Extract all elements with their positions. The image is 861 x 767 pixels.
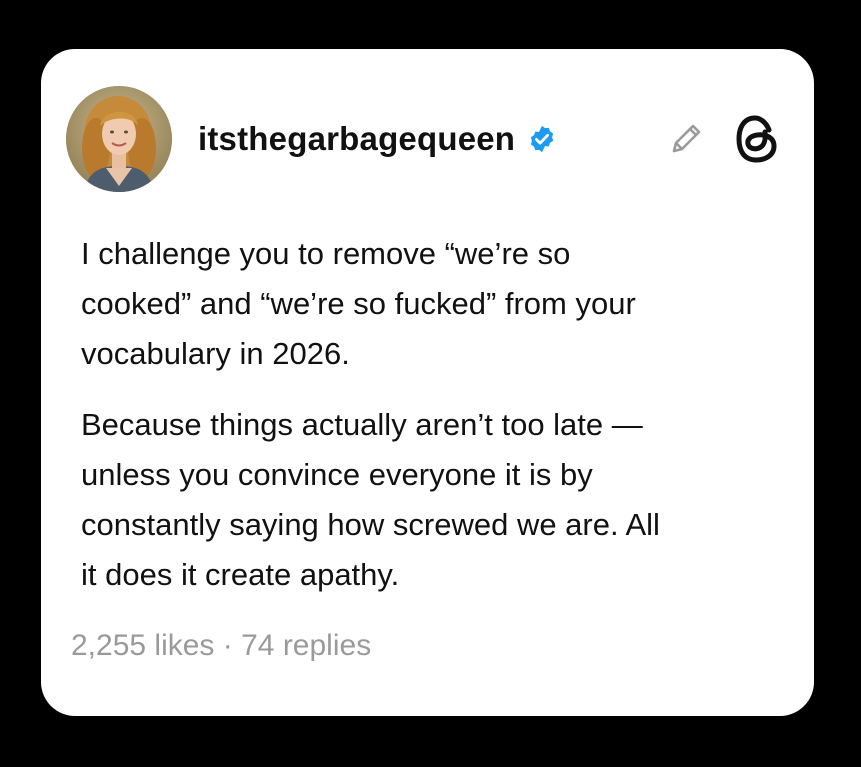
username[interactable]: itsthegarbagequeen xyxy=(198,120,515,158)
post-body: I challenge you to remove “we’re so cook… xyxy=(81,229,793,621)
threads-logo-icon xyxy=(733,113,781,165)
replies-count[interactable]: 74 replies xyxy=(241,629,371,662)
author-row: itsthegarbagequeen xyxy=(198,115,557,163)
pencil-icon[interactable] xyxy=(666,119,706,159)
post-stats: 2,255 likes · 74 replies xyxy=(71,629,371,663)
avatar[interactable] xyxy=(66,86,172,192)
post-card: itsthegarbagequeen I challenge you to re… xyxy=(41,49,814,716)
stats-separator: · xyxy=(214,629,242,662)
post-paragraph: I challenge you to remove “we’re so cook… xyxy=(81,236,636,371)
likes-count[interactable]: 2,255 likes xyxy=(71,629,214,662)
avatar-image xyxy=(66,86,172,192)
post-paragraph: Because things actually aren’t too late … xyxy=(81,407,660,592)
verified-badge-icon xyxy=(527,124,557,154)
